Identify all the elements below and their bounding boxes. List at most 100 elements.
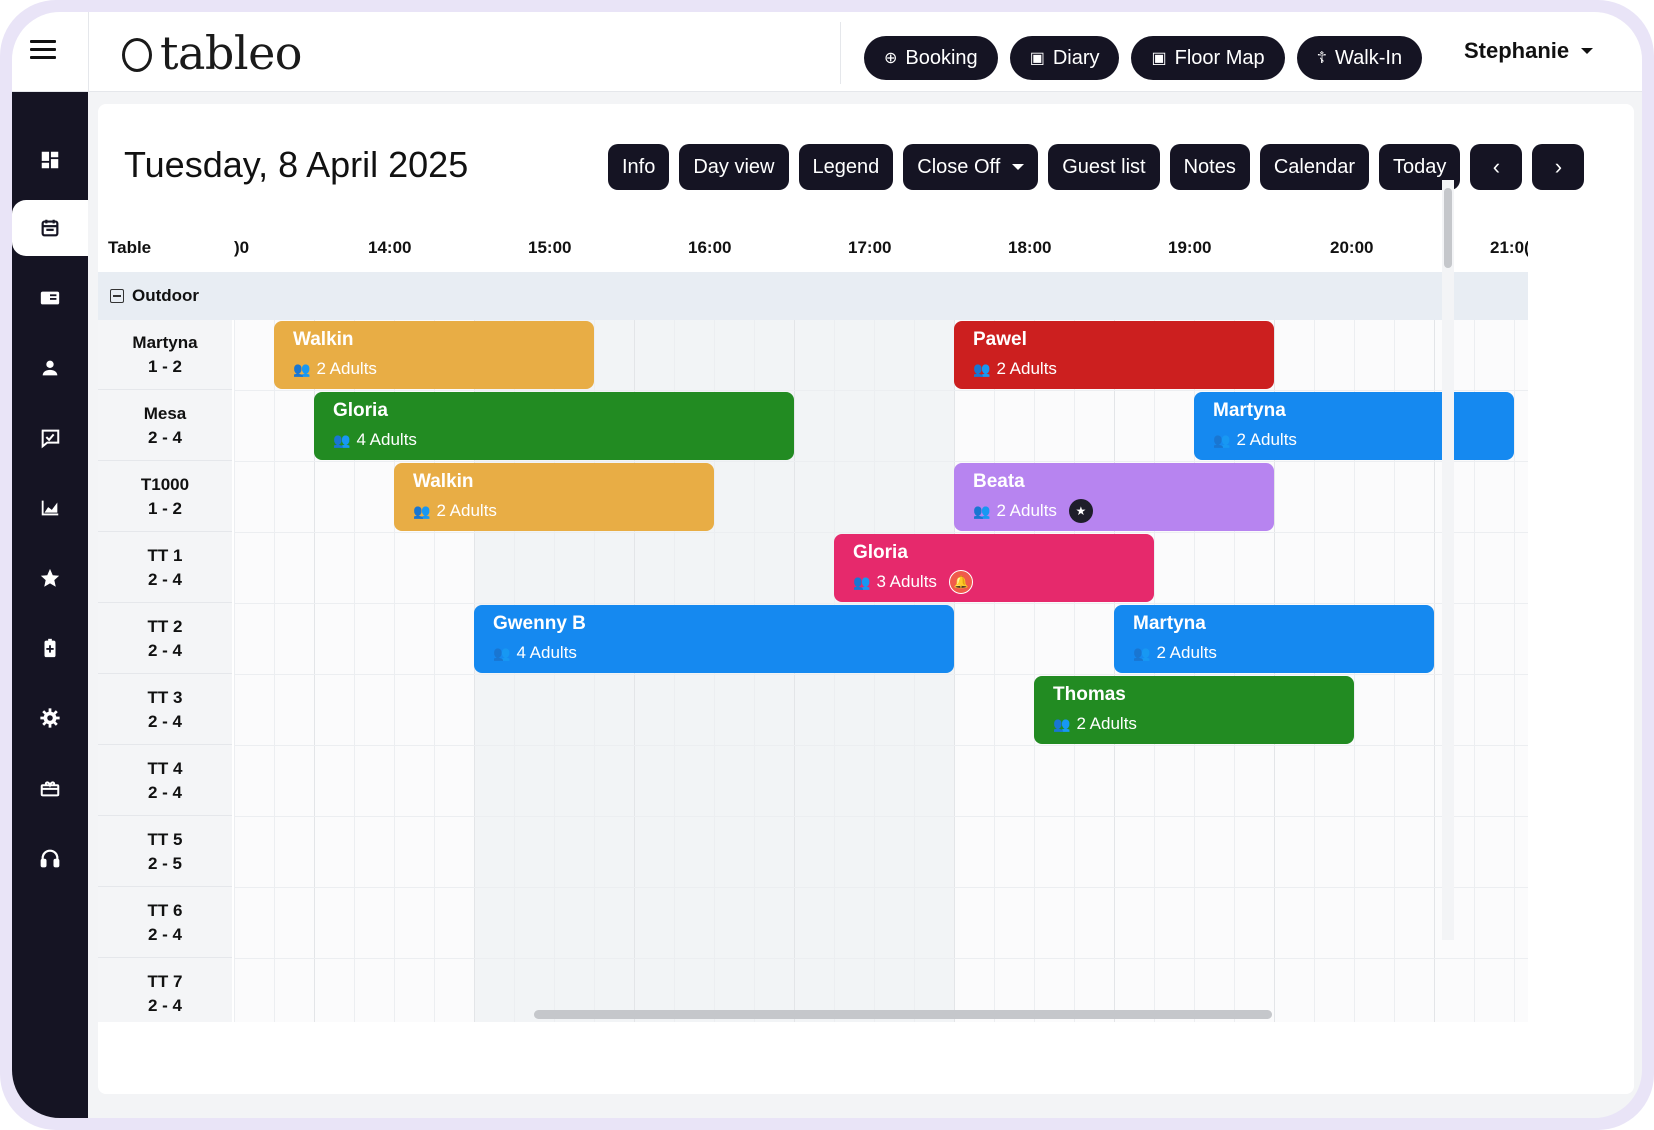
booking-block[interactable]: Gloria 👥 3 Adults 🔔 bbox=[834, 534, 1154, 602]
booking-party-size: 👥 2 Adults bbox=[1133, 641, 1415, 665]
sidebar-item-support[interactable] bbox=[12, 830, 88, 886]
time-label: 18:00 bbox=[1008, 238, 1052, 257]
table-row-label[interactable]: T1000 1 - 2 bbox=[98, 462, 232, 532]
floor-map-button[interactable]: ▣ Floor Map bbox=[1131, 36, 1285, 80]
scrollbar-thumb[interactable] bbox=[1444, 188, 1452, 268]
booking-block[interactable]: Martyna 👥 2 Adults bbox=[1114, 605, 1434, 673]
sidebar-item-settings[interactable] bbox=[12, 690, 88, 746]
sidebar-item-favourites[interactable] bbox=[12, 550, 88, 606]
booking-block[interactable]: Walkin 👥 2 Adults bbox=[274, 321, 594, 389]
table-capacity: 2 - 4 bbox=[147, 925, 183, 944]
sidebar-item-user[interactable] bbox=[12, 340, 88, 396]
booking-guest-name: Martyna bbox=[1133, 613, 1206, 634]
logo-text: tableo bbox=[160, 26, 303, 80]
grid-line bbox=[1034, 320, 1035, 1022]
sidebar-item-gifts[interactable] bbox=[12, 760, 88, 816]
next-day-button[interactable]: › bbox=[1532, 144, 1585, 190]
people-icon: 👥 bbox=[853, 574, 871, 590]
user-menu[interactable]: Stephanie bbox=[1464, 38, 1594, 64]
horizontal-scrollbar[interactable] bbox=[534, 1010, 1272, 1019]
grid-line bbox=[234, 532, 1528, 533]
booking-block[interactable]: Walkin 👥 2 Adults bbox=[394, 463, 714, 531]
table-capacity: 2 - 4 bbox=[147, 641, 183, 660]
table-row-label[interactable]: Mesa 2 - 4 bbox=[98, 391, 232, 461]
table-row-label[interactable]: TT 6 2 - 4 bbox=[98, 888, 232, 958]
booking-timeline: Table )0 14:00 15:00 16:00 17:00 18:00 1… bbox=[98, 222, 1528, 1022]
walking-icon: ☦ bbox=[1316, 50, 1328, 67]
group-label: Outdoor bbox=[132, 286, 200, 305]
time-label: 19:00 bbox=[1168, 238, 1212, 257]
booking-guest-name: Walkin bbox=[293, 329, 354, 350]
timeline-body: Walkin 👥 2 Adults Pawel 👥 2 Adults Gloria 👥 4 Ad… bbox=[234, 320, 1528, 1022]
booking-block[interactable]: Gwenny B 👥 4 Adults bbox=[474, 605, 954, 673]
diary-button[interactable]: ▣ Diary bbox=[1009, 36, 1120, 80]
table-capacity: 2 - 4 bbox=[147, 712, 183, 731]
guest-list-button[interactable]: Guest list bbox=[1048, 144, 1160, 190]
page-title: Tuesday, 8 April 2025 bbox=[124, 144, 469, 185]
legend-button[interactable]: Legend bbox=[798, 144, 894, 190]
calendar-icon bbox=[41, 219, 59, 237]
info-button[interactable]: Info bbox=[608, 144, 670, 190]
sidebar-item-battery[interactable] bbox=[12, 620, 88, 676]
table-capacity: 2 - 4 bbox=[147, 428, 183, 447]
diary-card: Tuesday, 8 April 2025 Info Day view Lege… bbox=[98, 104, 1634, 1094]
table-capacity: 2 - 4 bbox=[147, 996, 183, 1015]
device-frame: tableo ⊕ Booking ▣ Diary ▣ Floor Map ☦ W… bbox=[0, 0, 1654, 1130]
table-row-label[interactable]: Martyna 1 - 2 bbox=[98, 320, 232, 390]
people-icon: 👥 bbox=[413, 503, 431, 519]
booking-button[interactable]: ⊕ Booking bbox=[864, 36, 998, 80]
chevron-down-icon bbox=[1012, 164, 1025, 170]
table-row-label[interactable]: TT 1 2 - 4 bbox=[98, 533, 232, 603]
previous-day-button[interactable]: ‹ bbox=[1470, 144, 1523, 190]
sidebar-item-calendar[interactable] bbox=[12, 200, 88, 256]
sidebar-item-reviews[interactable] bbox=[12, 410, 88, 466]
table-row-label[interactable]: TT 2 2 - 4 bbox=[98, 604, 232, 674]
top-bar: tableo ⊕ Booking ▣ Diary ▣ Floor Map ☦ W… bbox=[12, 12, 1642, 92]
table-name: T1000 bbox=[140, 475, 190, 494]
booking-guest-name: Walkin bbox=[413, 471, 474, 492]
bell-icon: 🔔 bbox=[948, 570, 973, 594]
people-icon: 👥 bbox=[333, 432, 351, 448]
grid-line bbox=[234, 745, 1528, 746]
outdoor-group-toggle[interactable]: Outdoor bbox=[110, 286, 199, 306]
star-icon bbox=[40, 568, 60, 587]
grid-line bbox=[1514, 320, 1515, 1022]
table-row-label[interactable]: TT 7 2 - 4 bbox=[98, 959, 232, 1022]
notes-button[interactable]: Notes bbox=[1169, 144, 1250, 190]
table-name: TT 6 bbox=[147, 901, 183, 920]
booking-guest-name: Gloria bbox=[333, 400, 388, 421]
day-view-button[interactable]: Day view bbox=[679, 144, 789, 190]
people-icon: 👥 bbox=[1213, 432, 1231, 448]
vertical-scrollbar[interactable] bbox=[1442, 180, 1454, 940]
booking-block[interactable]: Beata 👥 2 Adults ★ bbox=[954, 463, 1274, 531]
timeline-header: Table )0 14:00 15:00 16:00 17:00 18:00 1… bbox=[98, 222, 1528, 272]
sidebar-item-book[interactable] bbox=[12, 270, 88, 326]
sidebar-item-dashboard[interactable] bbox=[12, 132, 88, 188]
booking-block[interactable]: Pawel 👥 2 Adults bbox=[954, 321, 1274, 389]
calendar-button[interactable]: Calendar bbox=[1259, 144, 1370, 190]
table-row-label[interactable]: TT 5 2 - 5 bbox=[98, 817, 232, 887]
booking-block[interactable]: Gloria 👥 4 Adults bbox=[314, 392, 794, 460]
table-name: TT 3 bbox=[147, 688, 183, 707]
hamburger-menu-icon[interactable] bbox=[30, 40, 56, 60]
divider bbox=[840, 22, 841, 84]
walk-in-button[interactable]: ☦ Walk-In bbox=[1296, 36, 1423, 80]
booking-party-size: 👥 2 Adults ★ bbox=[973, 499, 1255, 523]
booking-block[interactable]: Thomas 👥 2 Adults bbox=[1034, 676, 1354, 744]
check-message-icon bbox=[41, 429, 60, 449]
table-row-label[interactable]: TT 4 2 - 4 bbox=[98, 746, 232, 816]
sidebar-item-reports[interactable] bbox=[12, 480, 88, 536]
close-off-dropdown[interactable]: Close Off bbox=[903, 144, 1039, 190]
diary-button-label: Diary bbox=[1052, 46, 1100, 69]
map-icon: ▣ bbox=[1151, 50, 1167, 67]
booking-party-size: 👥 3 Adults 🔔 bbox=[853, 570, 1135, 594]
close-off-label: Close Off bbox=[917, 155, 1001, 178]
table-row-label[interactable]: TT 3 2 - 4 bbox=[98, 675, 232, 745]
booking-block[interactable]: Martyna 👥 2 Adults bbox=[1194, 392, 1514, 460]
booking-party-size: 👥 4 Adults bbox=[493, 641, 935, 665]
time-label: 20:00 bbox=[1330, 238, 1374, 257]
booking-party-size: 👥 2 Adults bbox=[293, 357, 575, 381]
app-logo[interactable]: tableo bbox=[122, 26, 303, 80]
time-label: )0 bbox=[234, 238, 250, 257]
chevron-down-icon bbox=[1581, 48, 1594, 54]
